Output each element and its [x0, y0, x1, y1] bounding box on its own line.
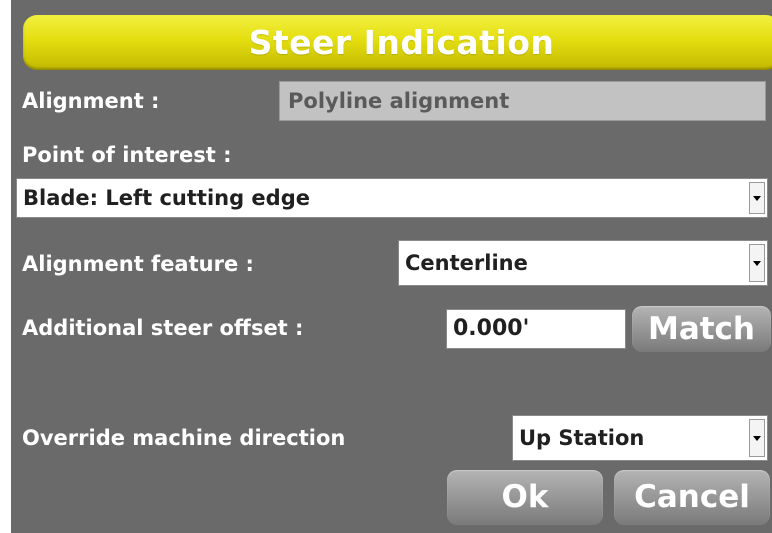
alignment-feature-select[interactable]: Centerline [398, 240, 768, 286]
point-of-interest-value: Blade: Left cutting edge [23, 186, 310, 210]
alignment-label: Alignment : [22, 89, 160, 113]
title-bar: Steer Indication [23, 15, 772, 70]
point-of-interest-select[interactable]: Blade: Left cutting edge [16, 178, 768, 218]
alignment-feature-label: Alignment feature : [22, 252, 254, 276]
chevron-down-icon[interactable] [749, 244, 765, 282]
override-direction-label: Override machine direction [22, 426, 346, 450]
dialog-title: Steer Indication [248, 23, 555, 62]
override-direction-value: Up Station [519, 426, 645, 450]
chevron-down-icon[interactable] [749, 182, 765, 214]
steer-offset-input[interactable]: 0.000' [446, 309, 626, 349]
match-button[interactable]: Match [632, 306, 771, 352]
ok-button[interactable]: Ok [447, 470, 603, 525]
override-direction-select[interactable]: Up Station [512, 415, 768, 461]
alignment-feature-value: Centerline [405, 251, 528, 275]
steer-offset-label: Additional steer offset : [22, 316, 304, 340]
chevron-down-icon[interactable] [749, 419, 765, 457]
cancel-button[interactable]: Cancel [614, 470, 770, 525]
point-of-interest-label: Point of interest : [22, 143, 232, 167]
alignment-value: Polyline alignment [279, 81, 766, 121]
